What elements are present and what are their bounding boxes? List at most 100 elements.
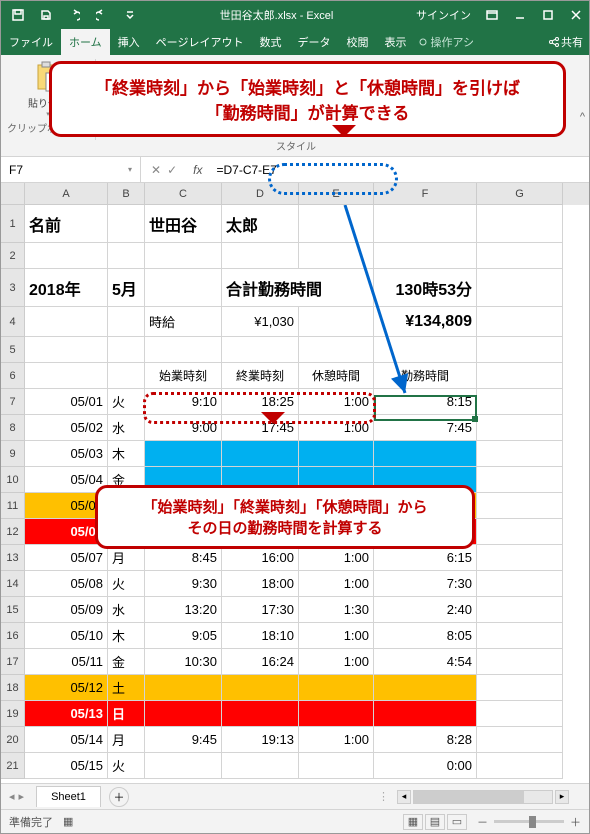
cell-date[interactable]: 05/15: [25, 753, 108, 779]
cell-total-pay[interactable]: ¥134,809: [374, 307, 477, 337]
cell[interactable]: [222, 441, 299, 467]
add-sheet-button[interactable]: ＋: [109, 787, 129, 807]
row-header-8[interactable]: 8: [1, 415, 25, 441]
cell-dow[interactable]: 水: [108, 597, 145, 623]
enter-formula-icon[interactable]: ✓: [167, 163, 177, 177]
cell-date[interactable]: 05/03: [25, 441, 108, 467]
cell-end[interactable]: 18:10: [222, 623, 299, 649]
row-header-16[interactable]: 16: [1, 623, 25, 649]
cell[interactable]: [477, 597, 563, 623]
cancel-formula-icon[interactable]: ✕: [151, 163, 161, 177]
cell-work[interactable]: 0:00: [374, 753, 477, 779]
col-header-B[interactable]: B: [108, 183, 145, 205]
col-header-G[interactable]: G: [477, 183, 563, 205]
cell[interactable]: [374, 441, 477, 467]
cell[interactable]: [477, 493, 563, 519]
cell-break[interactable]: 1:00: [299, 571, 374, 597]
save-icon[interactable]: [33, 1, 59, 29]
cell-dow[interactable]: 火: [108, 571, 145, 597]
cell[interactable]: [477, 753, 563, 779]
cell[interactable]: [299, 675, 374, 701]
cell-dow[interactable]: 水: [108, 415, 145, 441]
col-header-A[interactable]: A: [25, 183, 108, 205]
view-normal-icon[interactable]: ▦: [403, 814, 423, 830]
row-header-1[interactable]: 1: [1, 205, 25, 243]
view-layout-icon[interactable]: ▤: [425, 814, 445, 830]
cell[interactable]: [477, 441, 563, 467]
cell[interactable]: [145, 701, 222, 727]
cell[interactable]: [108, 307, 145, 337]
col-header-D[interactable]: D: [222, 183, 299, 205]
row-header-21[interactable]: 21: [1, 753, 25, 779]
cell-date[interactable]: 05/01: [25, 389, 108, 415]
cell-start[interactable]: 9:10: [145, 389, 222, 415]
cell-hdr-end[interactable]: 終業時刻: [222, 363, 299, 389]
share-button[interactable]: 共有: [543, 29, 589, 55]
cell[interactable]: [108, 363, 145, 389]
hscroll-track[interactable]: [413, 790, 553, 804]
cell-date[interactable]: 05/04: [25, 467, 108, 493]
cell-hdr-work[interactable]: 勤務時間: [374, 363, 477, 389]
cell-dow[interactable]: 火: [108, 389, 145, 415]
collapse-ribbon-icon[interactable]: ^: [580, 111, 585, 123]
row-header-12[interactable]: 12: [1, 519, 25, 545]
cell-dow[interactable]: 火: [108, 753, 145, 779]
cell[interactable]: [299, 441, 374, 467]
cell[interactable]: [299, 337, 374, 363]
row-header-4[interactable]: 4: [1, 307, 25, 337]
cell-given[interactable]: 太郎: [222, 205, 299, 243]
cell[interactable]: [477, 337, 563, 363]
row-header-3[interactable]: 3: [1, 269, 25, 307]
row-header-15[interactable]: 15: [1, 597, 25, 623]
cell[interactable]: [477, 363, 563, 389]
row-header-10[interactable]: 10: [1, 467, 25, 493]
cell-work[interactable]: 8:05: [374, 623, 477, 649]
cell[interactable]: [25, 337, 108, 363]
cell[interactable]: [25, 243, 108, 269]
zoom-out-button[interactable]: －: [477, 814, 488, 830]
cell-start[interactable]: 10:30: [145, 649, 222, 675]
tab-formula[interactable]: 数式: [251, 29, 289, 55]
cell-end[interactable]: 17:45: [222, 415, 299, 441]
cell[interactable]: [374, 205, 477, 243]
cell-break[interactable]: [299, 753, 374, 779]
cell-break[interactable]: 1:00: [299, 727, 374, 753]
cell-start[interactable]: 9:30: [145, 571, 222, 597]
cell-year[interactable]: 2018年: [25, 269, 108, 307]
cell-work[interactable]: 8:28: [374, 727, 477, 753]
cell[interactable]: [145, 243, 222, 269]
signin-link[interactable]: サインイン: [410, 7, 477, 23]
cell-end[interactable]: 19:13: [222, 727, 299, 753]
tab-file[interactable]: ファイル: [1, 29, 61, 55]
tell-me[interactable]: 操作アシ: [414, 29, 478, 55]
cell[interactable]: [477, 307, 563, 337]
cell-end[interactable]: 18:25: [222, 389, 299, 415]
cell-break[interactable]: 1:30: [299, 597, 374, 623]
cell[interactable]: [299, 205, 374, 243]
tab-data[interactable]: データ: [289, 29, 338, 55]
cell[interactable]: [299, 243, 374, 269]
cell-date[interactable]: 05/10: [25, 623, 108, 649]
cell-work[interactable]: 4:54: [374, 649, 477, 675]
cell-start[interactable]: 9:45: [145, 727, 222, 753]
cell-start[interactable]: 13:20: [145, 597, 222, 623]
cell-wage-value[interactable]: ¥1,030: [222, 307, 299, 337]
cell[interactable]: [477, 205, 563, 243]
maximize-icon[interactable]: [535, 1, 561, 29]
cell[interactable]: [477, 415, 563, 441]
cell[interactable]: [108, 243, 145, 269]
col-header-C[interactable]: C: [145, 183, 222, 205]
formula-bar[interactable]: =D7-C7-E7: [208, 163, 589, 177]
cell[interactable]: [222, 337, 299, 363]
cell-work[interactable]: 7:45: [374, 415, 477, 441]
macro-record-icon[interactable]: ▦: [63, 815, 73, 828]
cell-work[interactable]: 8:15: [374, 389, 477, 415]
cell-date[interactable]: 05/11: [25, 649, 108, 675]
hscroll-thumb[interactable]: [414, 791, 524, 803]
tab-view[interactable]: 表示: [376, 29, 414, 55]
redo-dropdown-icon[interactable]: [89, 1, 115, 29]
cell-work[interactable]: 7:30: [374, 571, 477, 597]
cell[interactable]: [299, 701, 374, 727]
cell-date[interactable]: 05/09: [25, 597, 108, 623]
cell-hdr-start[interactable]: 始業時刻: [145, 363, 222, 389]
